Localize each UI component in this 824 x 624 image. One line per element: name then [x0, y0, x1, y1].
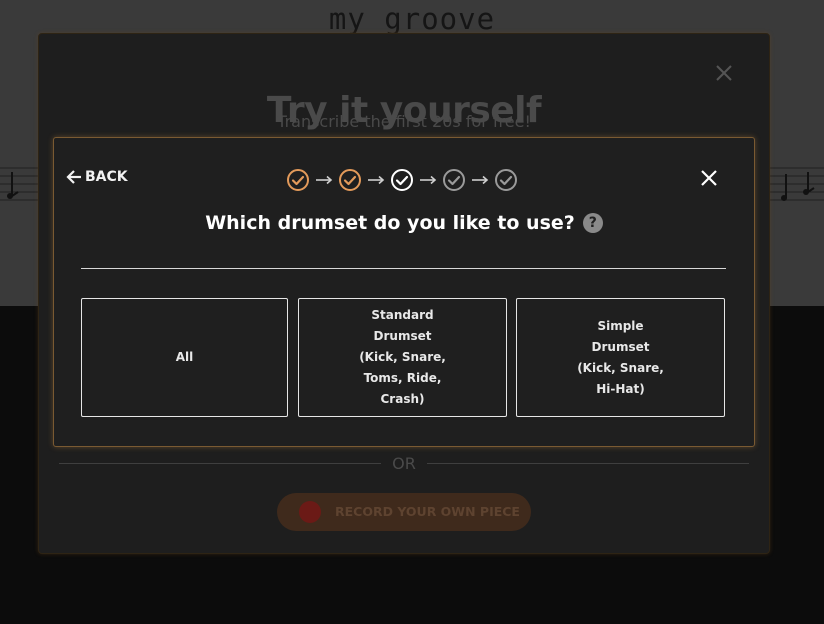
or-label: OR — [392, 454, 416, 473]
option-label: All — [175, 350, 194, 364]
close-icon[interactable] — [700, 169, 718, 187]
arrow-right-icon — [472, 175, 489, 185]
arrow-right-icon — [420, 175, 437, 185]
question-row: Which drumset do you like to use? ? — [54, 212, 754, 234]
step-check-icon — [287, 169, 309, 191]
step-check-icon — [391, 169, 413, 191]
app-title: my_groove — [328, 2, 496, 36]
record-dot-icon — [299, 501, 321, 523]
dialog-question: Which drumset do you like to use? — [205, 212, 575, 234]
option-label: Standard Drumset (Kick, Snare, Toms, Rid… — [359, 308, 446, 406]
arrow-right-icon — [368, 175, 385, 185]
option-label: Simple Drumset (Kick, Snare, Hi-Hat) — [577, 318, 664, 396]
arrow-right-icon — [316, 175, 333, 185]
progress-stepper — [286, 168, 518, 192]
option-standard-drumset[interactable]: Standard Drumset (Kick, Snare, Toms, Rid… — [298, 298, 507, 417]
record-button-label: RECORD YOUR OWN PIECE — [335, 504, 520, 519]
option-all[interactable]: All — [81, 298, 288, 417]
back-button[interactable]: BACK — [65, 166, 128, 188]
divider-line — [81, 268, 726, 269]
question-mark-icon[interactable]: ? — [582, 213, 603, 233]
arrow-left-icon — [66, 170, 81, 184]
or-divider: OR — [59, 454, 749, 474]
step-check-icon — [339, 169, 361, 191]
divider-line — [59, 463, 381, 464]
drumset-selection-dialog: BACK Which drumset do you like to use? ?… — [53, 137, 755, 447]
music-staff-fragment-left — [0, 167, 40, 201]
divider-line — [427, 463, 749, 464]
step-check-icon — [443, 169, 465, 191]
record-own-piece-button[interactable]: RECORD YOUR OWN PIECE — [277, 493, 531, 531]
music-staff-fragment-right — [764, 167, 824, 201]
step-check-icon — [495, 169, 517, 191]
option-simple-drumset[interactable]: Simple Drumset (Kick, Snare, Hi-Hat) — [516, 298, 725, 417]
close-icon[interactable] — [715, 64, 733, 82]
modal-subheading: Transcribe the first 20s for free! — [277, 112, 531, 131]
back-label: BACK — [85, 169, 128, 185]
